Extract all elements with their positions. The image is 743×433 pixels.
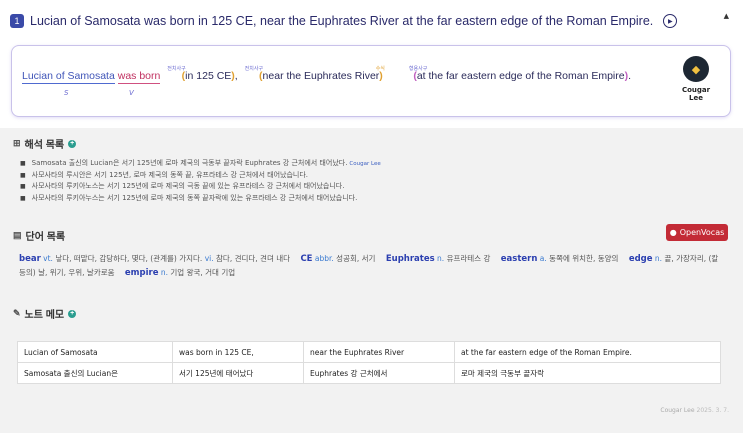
table-cell[interactable]: Lucian of Samosata	[17, 341, 173, 363]
list-item: 사모사타의 루시안은 서기 125년, 로마 제국의 동쪽 끝, 유프라테스 강…	[20, 170, 381, 182]
translations-heading: ⊞ 해석 목록 +	[13, 138, 77, 151]
subject-segment[interactable]: Lucian of Samosata	[22, 70, 115, 84]
user-name: Cougar Lee	[681, 86, 711, 102]
user-badge[interactable]: ◆ Cougar Lee	[674, 56, 718, 102]
vocab-item[interactable]: empire n. 기업 왕국, 거대 기업	[125, 268, 235, 278]
note-icon: ✎	[13, 308, 21, 318]
avatar: ◆	[683, 56, 709, 82]
table-cell[interactable]: Euphrates 강 근처에서	[303, 362, 455, 384]
table-cell[interactable]: was born in 125 CE,	[172, 341, 304, 363]
note-date: 2025. 3. 7.	[696, 407, 729, 414]
notes-table: Lucian of Samosata was born in 125 CE, n…	[17, 341, 721, 384]
add-note-icon[interactable]: +	[68, 309, 77, 318]
list-item: Samosata 출신의 Lucian은 서기 125년에 로마 제국의 극동부…	[20, 158, 381, 170]
table-cell[interactable]: near the Euphrates River	[303, 341, 455, 363]
vocab-list: bear vt. 낳다, 떠맡다, 감당하다, 몇다, (관계를) 가지다. v…	[19, 252, 724, 280]
phrase-2[interactable]: 전치사구(near the Euphrates River)	[241, 66, 383, 82]
table-row: Lucian of Samosata was born in 125 CE, n…	[17, 341, 721, 363]
sentence-analysis-card: Lucian of Samosata was born 전치사구(in 125 …	[11, 45, 731, 117]
author-link[interactable]: Cougar Lee	[349, 161, 380, 167]
sentence-panel: 1 Lucian of Samosata was born in 125 CE,…	[0, 0, 743, 128]
vocab-heading: ▤ 단어 목록	[13, 230, 66, 243]
table-cell[interactable]: at the far eastern edge of the Roman Emp…	[454, 341, 721, 363]
vocab-item[interactable]: bear vt. 낳다, 떠맡다, 감당하다, 몇다, (관계를) 가지다. v…	[19, 254, 290, 264]
play-icon[interactable]: ▶	[663, 14, 678, 28]
list-item: 사모사타의 루키아누스는 서기 125년에 로마 제국의 동쪽 끝자락에 있는 …	[20, 193, 381, 205]
list-item: 사모사타의 루키아노스는 서기 125년에 로마 제국의 극동 끝에 있는 유프…	[20, 181, 381, 193]
openvocas-button[interactable]: ● OpenVocas	[666, 224, 728, 241]
sentence-number-badge: 1	[10, 14, 24, 28]
pin-icon: ●	[669, 228, 677, 237]
verb-label: V	[129, 89, 134, 97]
modifier-tag: 수식	[375, 66, 385, 72]
table-row: Samosata 출신의 Lucian은 서기 125년에 태어났다 Euphr…	[17, 362, 721, 384]
phrase-3[interactable]: 수식 형용사구(at the far eastern edge of the Ro…	[376, 66, 628, 82]
vocab-item[interactable]: eastern a. 동쪽에 위치한, 동양의	[501, 254, 619, 264]
sentence-title: 1 Lucian of Samosata was born in 125 CE,…	[10, 14, 678, 28]
phrase-1[interactable]: 전치사구(in 125 CE)	[163, 66, 235, 82]
table-cell[interactable]: Samosata 출신의 Lucian은	[17, 362, 173, 384]
collapse-caret-icon[interactable]: ▲	[724, 12, 729, 20]
list-icon: ⊞	[13, 138, 21, 148]
add-translation-icon[interactable]: +	[68, 139, 77, 148]
table-cell[interactable]: 로마 제국의 극동부 끝자락	[454, 362, 721, 384]
analyzed-sentence: Lucian of Samosata was born 전치사구(in 125 …	[22, 66, 632, 84]
note-footer: Cougar Lee 2025. 3. 7.	[660, 407, 729, 414]
vocab-item[interactable]: CE abbr. 성공회, 서기	[300, 254, 375, 264]
vocab-item[interactable]: Euphrates n. 유프라테스 강	[386, 254, 491, 264]
note-author: Cougar Lee	[660, 407, 695, 414]
notes-heading: ✎ 노트 메모 +	[13, 308, 77, 321]
verb-segment[interactable]: was born	[117, 70, 161, 84]
table-cell[interactable]: 서기 125년에 태어났다	[172, 362, 304, 384]
sentence-title-text: Lucian of Samosata was born in 125 CE, n…	[30, 14, 654, 28]
subject-label: S	[64, 89, 69, 97]
book-icon: ▤	[13, 230, 22, 240]
translation-list: Samosata 출신의 Lucian은 서기 125년에 로마 제국의 극동부…	[20, 158, 381, 204]
